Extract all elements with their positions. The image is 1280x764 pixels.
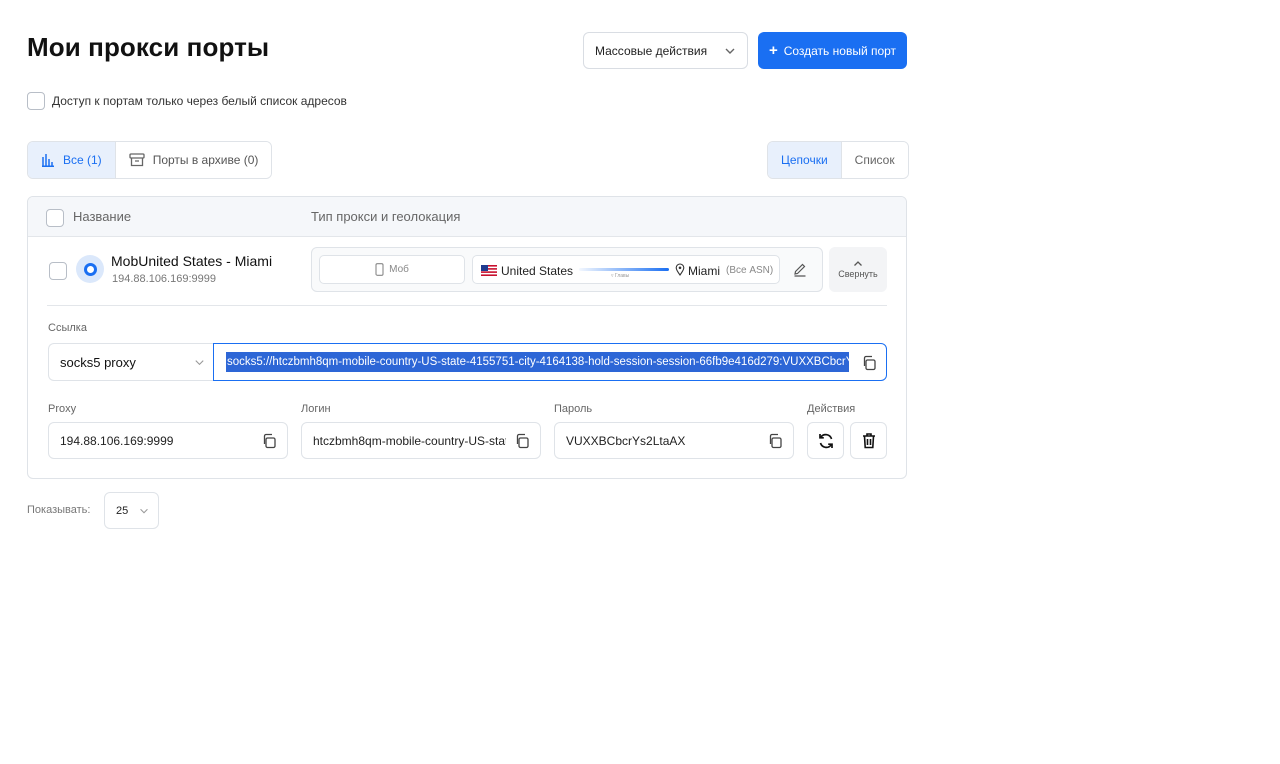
route-line [579,268,669,271]
us-flag-icon [481,265,497,276]
tab-all-label: Все (1) [63,153,102,167]
collapse-button[interactable]: Свернуть [829,247,887,292]
link-type-value: socks5 proxy [60,354,136,370]
refresh-button[interactable] [807,422,844,459]
chevron-up-icon [854,261,862,266]
select-all-checkbox[interactable] [46,209,64,227]
copy-icon[interactable] [261,433,277,449]
proxy-link-field[interactable]: socks5://htczbmh8qm-mobile-country-US-st… [213,343,887,381]
login-field[interactable]: htczbmh8qm-mobile-country-US-state-41557… [301,422,541,459]
chevron-down-icon [140,508,148,514]
create-port-button[interactable]: + Создать новый порт [758,32,907,69]
link-label: Ссылка [48,322,87,334]
column-name-header: Название [73,209,132,224]
status-dot-icon [83,262,97,276]
row-checkbox[interactable] [49,262,67,280]
page-title: Мои прокси порты [27,32,270,62]
location-pill[interactable]: United States ▿ Главы Miami (Все ASN) [472,255,780,284]
trash-icon [862,433,875,449]
password-value: VUXXBCbcrYs2LtaAX [566,434,686,448]
table-header: Название Тип прокси и геолокация [28,197,906,237]
delete-button[interactable] [850,422,887,459]
tab-all[interactable]: Все (1) [28,142,116,178]
per-page-value: 25 [116,505,129,517]
collapse-label: Свернуть [838,269,878,279]
whitelist-row: Доступ к портам только через белый списо… [27,92,347,110]
copy-icon[interactable] [861,355,877,371]
link-type-select[interactable]: socks5 proxy [48,343,214,381]
route-caption: ▿ Главы [611,273,630,279]
actions-label: Действия [807,403,856,415]
bar-chart-icon [42,154,54,167]
copy-icon[interactable] [767,433,783,449]
phone-icon [375,263,384,276]
tab-archive-label: Порты в архиве (0) [152,153,259,167]
edit-icon[interactable] [792,262,808,278]
proxy-type-label: Моб [389,264,409,275]
proxy-link-text[interactable]: socks5://htczbmh8qm-mobile-country-US-st… [226,352,849,372]
proxy-label: Proxy [48,403,77,415]
city-label: Miami [688,264,720,278]
login-label: Логин [301,403,331,415]
create-port-label: Создать новый порт [783,43,897,58]
country-label: United States [501,264,574,278]
tab-archive[interactable]: Порты в архиве (0) [115,142,272,178]
refresh-icon [818,433,833,448]
column-type-header: Тип прокси и геолокация [311,209,461,224]
password-field[interactable]: VUXXBCbcrYs2LtaAX [554,422,794,459]
archive-icon [129,153,145,167]
login-value: htczbmh8qm-mobile-country-US-state-41557… [313,434,506,448]
chevron-down-icon [725,48,735,54]
copy-icon[interactable] [514,433,530,449]
chevron-down-icon [195,360,204,366]
view-toggle: Цепочки Список [767,141,909,179]
bulk-actions-select[interactable]: Массовые действия [583,32,748,69]
location-pin-icon [675,263,685,276]
whitelist-label: Доступ к портам только через белый списо… [52,94,347,108]
ports-table: Название Тип прокси и геолокация MobUnit… [27,196,907,479]
status-indicator [76,255,104,283]
proxy-type-pill[interactable]: Моб [319,255,465,284]
geo-settings: Моб United States ▿ Главы Miami (Все ASN… [311,247,823,292]
password-label: Пароль [554,403,593,415]
proxy-field[interactable]: 194.88.106.169:9999 [48,422,288,459]
port-tabs: Все (1) Порты в архиве (0) [27,141,273,179]
bulk-actions-label: Массовые действия [595,43,708,58]
port-name: MobUnited States - Miami [111,253,273,269]
view-chains-button[interactable]: Цепочки [768,142,842,178]
port-ip: 194.88.106.169:9999 [112,273,216,285]
whitelist-checkbox[interactable] [27,92,45,110]
asn-label: (Все ASN) [726,265,774,276]
per-page-select[interactable]: 25 [104,492,159,529]
row-divider [47,305,887,306]
view-list-button[interactable]: Список [841,142,908,178]
plus-icon: + [768,42,778,59]
show-per-page-label: Показывать: [27,504,91,516]
proxy-value: 194.88.106.169:9999 [60,434,174,448]
